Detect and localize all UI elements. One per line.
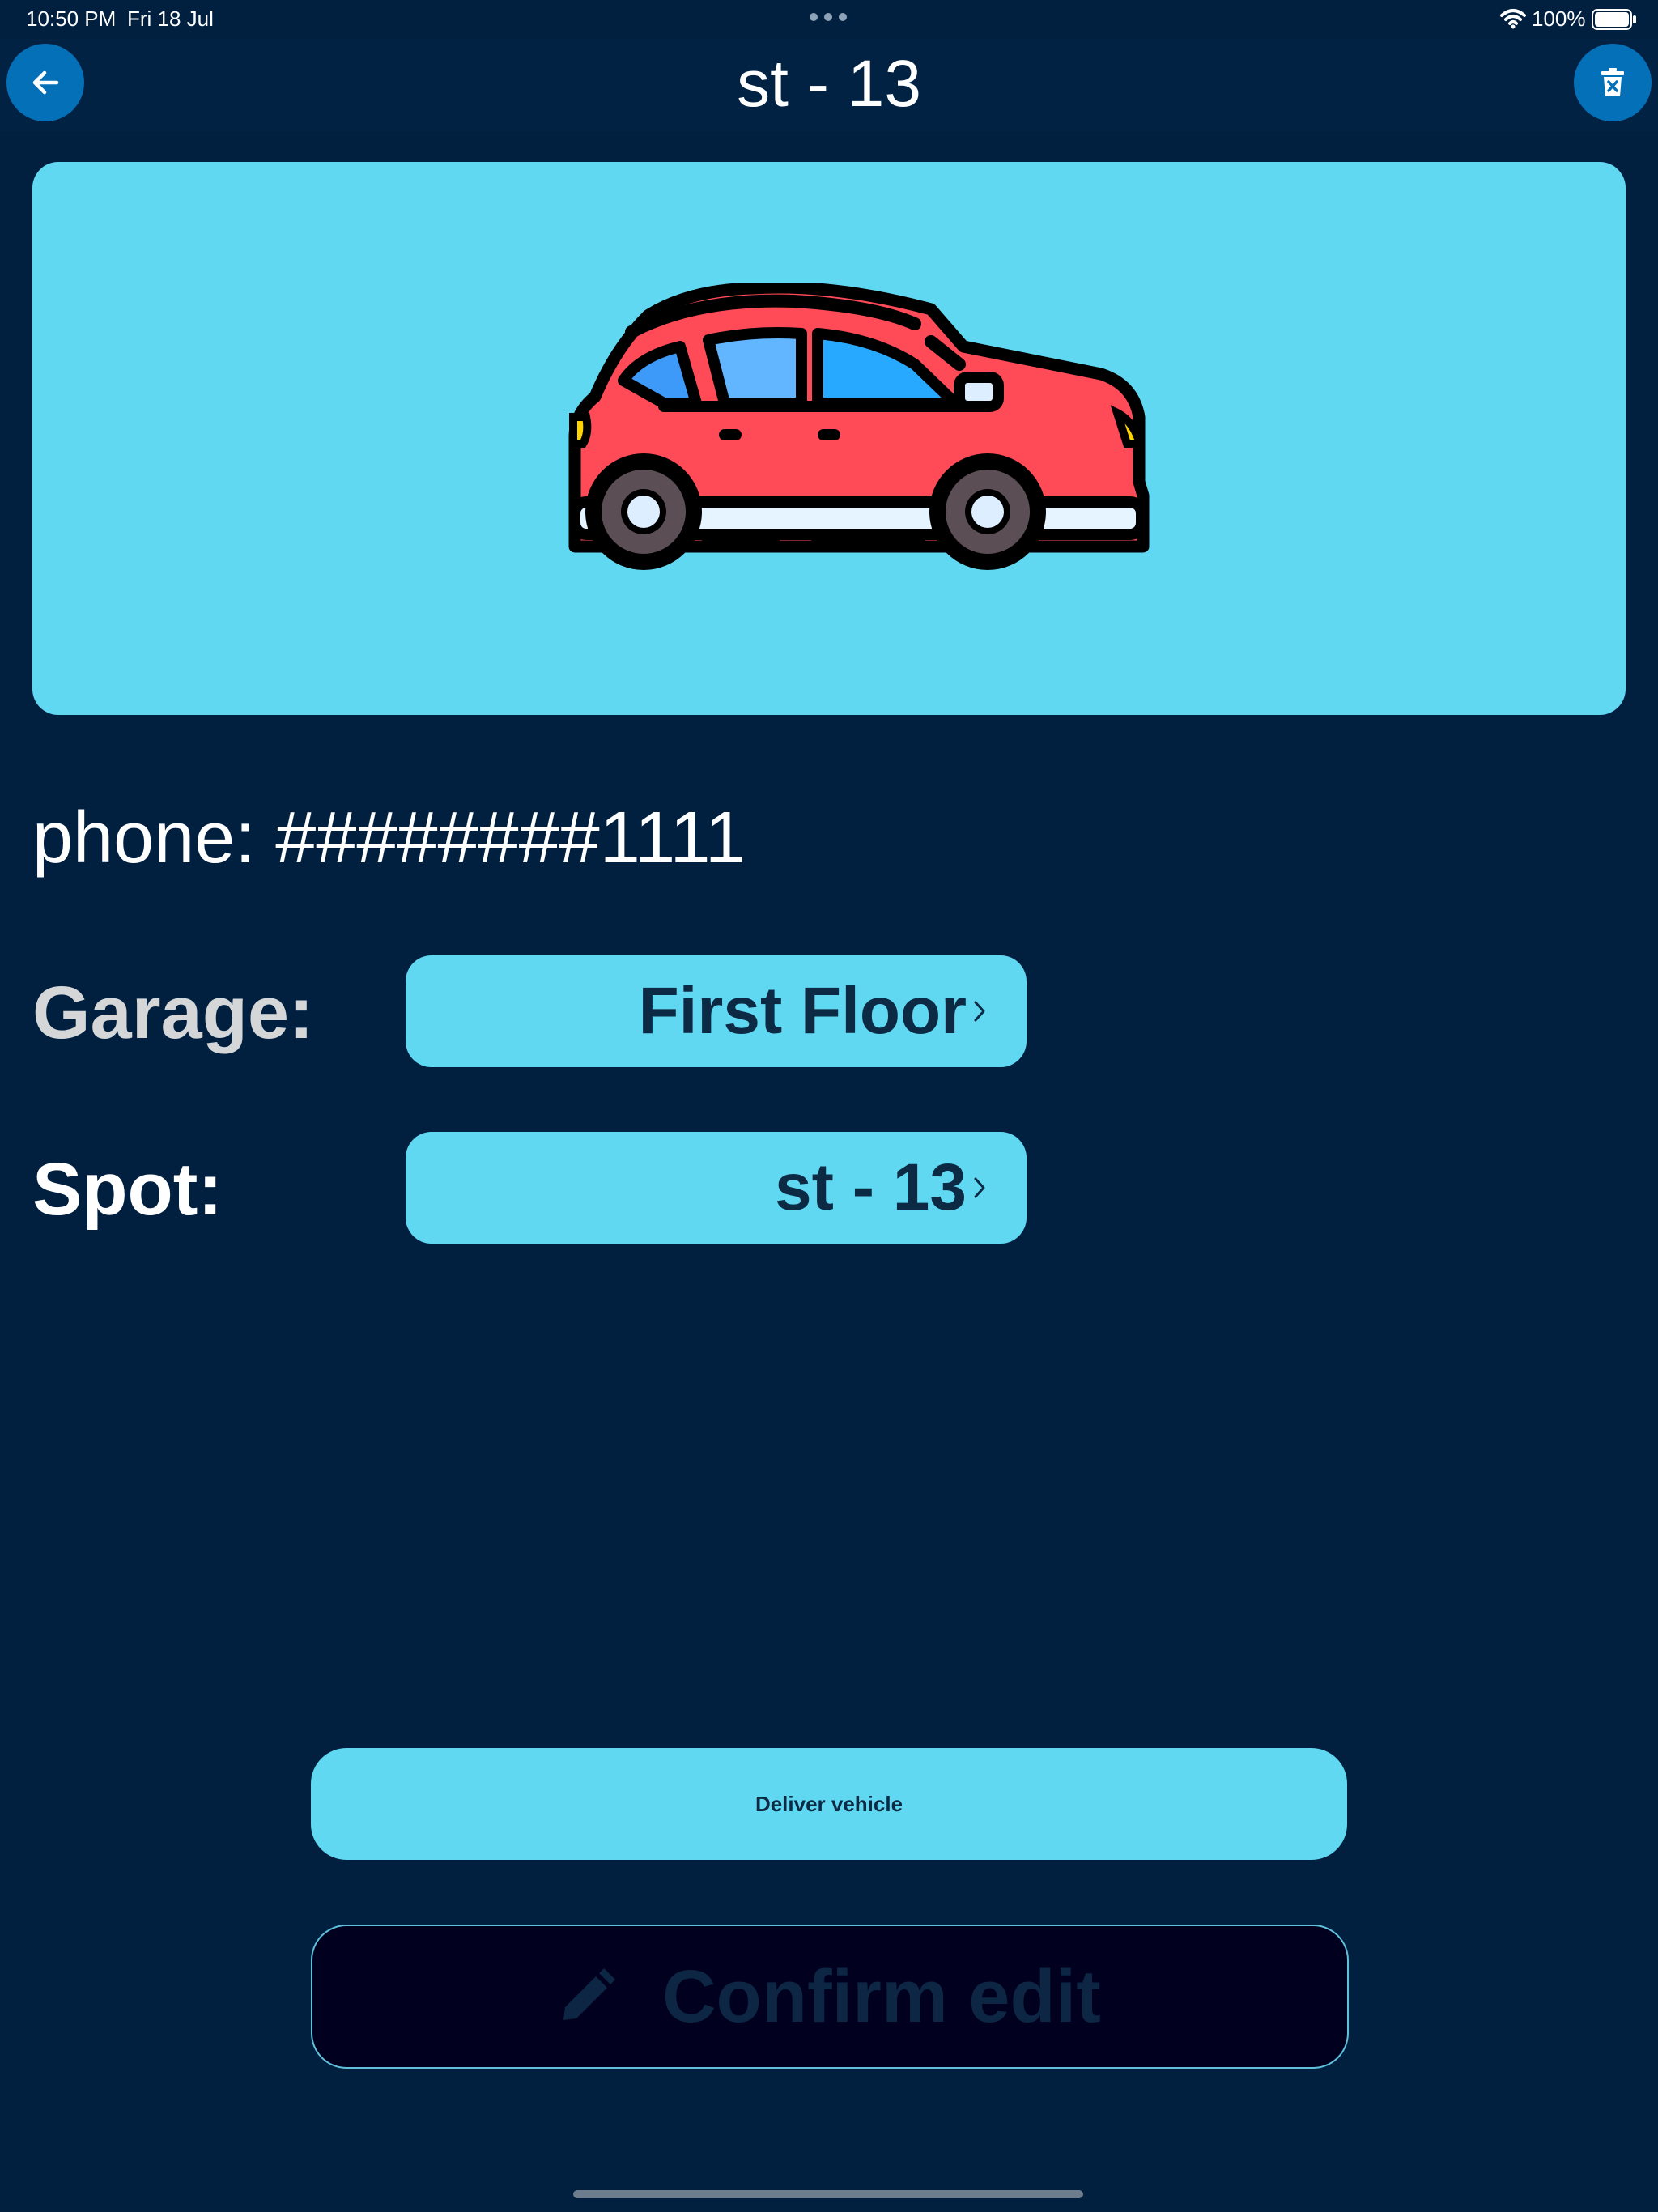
battery-icon xyxy=(1592,9,1636,30)
confirm-edit-label: Confirm edit xyxy=(662,1955,1101,2038)
header: st - 13 xyxy=(0,39,1658,131)
delete-button[interactable] xyxy=(1574,44,1652,121)
vehicle-image-card xyxy=(32,162,1626,715)
phone-number: phone: ########1111 xyxy=(32,798,746,878)
status-time: 10:50 PM xyxy=(26,6,117,31)
confirm-edit-button[interactable]: Confirm edit xyxy=(311,1925,1349,2069)
battery-percent: 100% xyxy=(1532,6,1586,31)
status-date: Fri 18 Jul xyxy=(127,6,214,31)
deliver-vehicle-button[interactable]: Deliver vehicle xyxy=(311,1748,1347,1860)
page-title: st - 13 xyxy=(737,47,921,121)
pencil-icon xyxy=(563,1968,616,2020)
wifi-icon xyxy=(1500,9,1526,29)
home-indicator[interactable] xyxy=(573,2190,1083,2198)
garage-label: Garage: xyxy=(32,972,314,1054)
garage-select[interactable]: First Floor xyxy=(406,955,1027,1067)
spot-select[interactable]: st - 13 xyxy=(406,1132,1027,1244)
multitasking-dots-icon[interactable] xyxy=(810,13,848,23)
garage-value: First Floor xyxy=(638,974,967,1048)
red-car-icon xyxy=(568,283,1150,570)
chevron-right-icon xyxy=(974,1001,985,1022)
trash-x-icon xyxy=(1601,68,1624,96)
spot-value: st - 13 xyxy=(775,1151,967,1224)
deliver-vehicle-label: Deliver vehicle xyxy=(755,1791,903,1816)
status-bar: 10:50 PM Fri 18 Jul 100% xyxy=(0,0,1658,39)
spot-label: Spot: xyxy=(32,1148,223,1231)
chevron-right-icon xyxy=(974,1177,985,1198)
